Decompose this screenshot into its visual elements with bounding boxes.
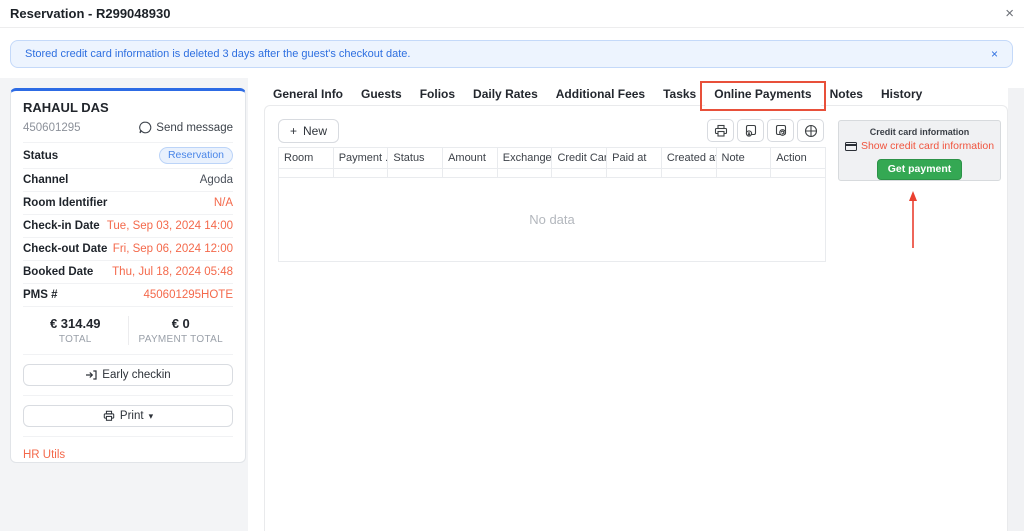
field-row-booked-date: Booked Date Thu, Jul 18, 2024 05:48: [23, 260, 233, 283]
no-data-message: No data: [279, 178, 826, 262]
payment-total-block: € 0 PAYMENT TOTAL: [129, 316, 234, 345]
guest-name: RAHAUL DAS: [23, 100, 233, 115]
filter-cell[interactable]: [443, 169, 498, 178]
modal-close-icon[interactable]: ×: [1005, 0, 1014, 28]
annotation-red-arrow: [906, 191, 920, 249]
printer-icon: [103, 410, 115, 422]
column-header-note[interactable]: Note: [716, 148, 771, 169]
tab-online-payments[interactable]: Online Payments: [705, 83, 820, 106]
caret-down-icon: ▾: [149, 411, 154, 422]
right-scroll-track[interactable]: [1008, 88, 1024, 531]
filter-cell[interactable]: [607, 169, 662, 178]
file-sync-icon: [774, 124, 788, 138]
field-row-checkout-date: Check-out Date Fri, Sep 06, 2024 12:00: [23, 237, 233, 260]
tab-history[interactable]: History: [872, 83, 931, 106]
tab-additional-fees[interactable]: Additional Fees: [547, 83, 654, 106]
grid-export-file-button[interactable]: [737, 119, 764, 142]
send-message-label: Send message: [156, 122, 233, 134]
column-header-created-at[interactable]: Created at: [661, 148, 716, 169]
plus-icon: +: [290, 124, 297, 138]
filter-cell[interactable]: [279, 169, 334, 178]
grid-toolbar: [707, 119, 824, 142]
tab-notes[interactable]: Notes: [821, 83, 872, 106]
early-checkin-button[interactable]: Early checkin: [23, 364, 233, 386]
guest-id: 450601295: [23, 122, 81, 134]
status-badge: Reservation: [159, 147, 233, 164]
totals-row: € 314.49 TOTAL € 0 PAYMENT TOTAL: [23, 306, 233, 354]
credit-card-icon: [845, 142, 857, 151]
credit-card-info-panel: Credit card information Show credit card…: [838, 120, 1001, 181]
filter-cell[interactable]: [552, 169, 607, 178]
column-header-exchange[interactable]: Exchange...: [497, 148, 552, 169]
filter-cell[interactable]: [661, 169, 716, 178]
tab-general-info[interactable]: General Info: [264, 83, 352, 106]
file-download-icon: [744, 124, 758, 138]
grid-columns-button[interactable]: [797, 119, 824, 142]
field-row-room-identifier: Room Identifier N/A: [23, 191, 233, 214]
table-filter-row: [279, 169, 826, 178]
chat-icon: [139, 121, 152, 134]
field-row-checkin-date: Check-in Date Tue, Sep 03, 2024 14:00: [23, 214, 233, 237]
table-header-row: Room Payment ... Status Amount Exchange.…: [279, 148, 826, 169]
payments-table: Room Payment ... Status Amount Exchange.…: [278, 147, 826, 262]
column-header-payment[interactable]: Payment ...: [333, 148, 388, 169]
tab-folios[interactable]: Folios: [411, 83, 464, 106]
tab-daily-rates[interactable]: Daily Rates: [464, 83, 547, 106]
field-row-status: Status Reservation: [23, 142, 233, 168]
column-header-amount[interactable]: Amount: [443, 148, 498, 169]
column-header-credit-card[interactable]: Credit Card: [552, 148, 607, 169]
print-button[interactable]: Print ▾: [23, 405, 233, 427]
tab-guests[interactable]: Guests: [352, 83, 411, 106]
reservation-summary-card: RAHAUL DAS 450601295 Send message Status…: [10, 88, 246, 463]
printer-icon: [714, 124, 728, 138]
banner-close-icon[interactable]: ×: [991, 47, 998, 61]
hr-utils-link[interactable]: HR Utils: [23, 449, 65, 461]
column-header-paid-at[interactable]: Paid at: [607, 148, 662, 169]
field-row-pms: PMS # 450601295HOTE: [23, 283, 233, 306]
tab-tasks[interactable]: Tasks: [654, 83, 705, 106]
modal-titlebar: Reservation - R299048930 ×: [0, 0, 1024, 28]
column-header-status[interactable]: Status: [388, 148, 443, 169]
filter-cell[interactable]: [388, 169, 443, 178]
column-header-room[interactable]: Room: [279, 148, 334, 169]
info-banner-text: Stored credit card information is delete…: [25, 48, 410, 60]
table-empty-row: No data: [279, 178, 826, 262]
info-banner: Stored credit card information is delete…: [10, 40, 1013, 68]
total-block: € 314.49 TOTAL: [23, 316, 129, 345]
grid-export-data-button[interactable]: [767, 119, 794, 142]
sign-in-icon: [85, 369, 97, 381]
filter-cell[interactable]: [716, 169, 771, 178]
new-payment-button[interactable]: + New: [278, 119, 339, 143]
grid-print-button[interactable]: [707, 119, 734, 142]
filter-cell[interactable]: [333, 169, 388, 178]
get-payment-button[interactable]: Get payment: [877, 159, 963, 180]
reservation-fields: Status Reservation Channel Agoda Room Id…: [23, 142, 233, 306]
filter-cell[interactable]: [497, 169, 552, 178]
show-credit-card-link[interactable]: Show credit card information: [845, 140, 994, 152]
send-message-button[interactable]: Send message: [139, 121, 233, 134]
online-payments-panel: + New Room Payment ...: [264, 105, 1008, 531]
page-title: Reservation - R299048930: [10, 0, 170, 28]
detail-tabs: General Info Guests Folios Daily Rates A…: [264, 83, 931, 106]
credit-card-panel-title: Credit card information: [839, 127, 1000, 137]
table-columns-icon: [804, 124, 818, 138]
column-header-action[interactable]: Action: [771, 148, 826, 169]
filter-cell[interactable]: [771, 169, 826, 178]
field-row-channel: Channel Agoda: [23, 168, 233, 191]
